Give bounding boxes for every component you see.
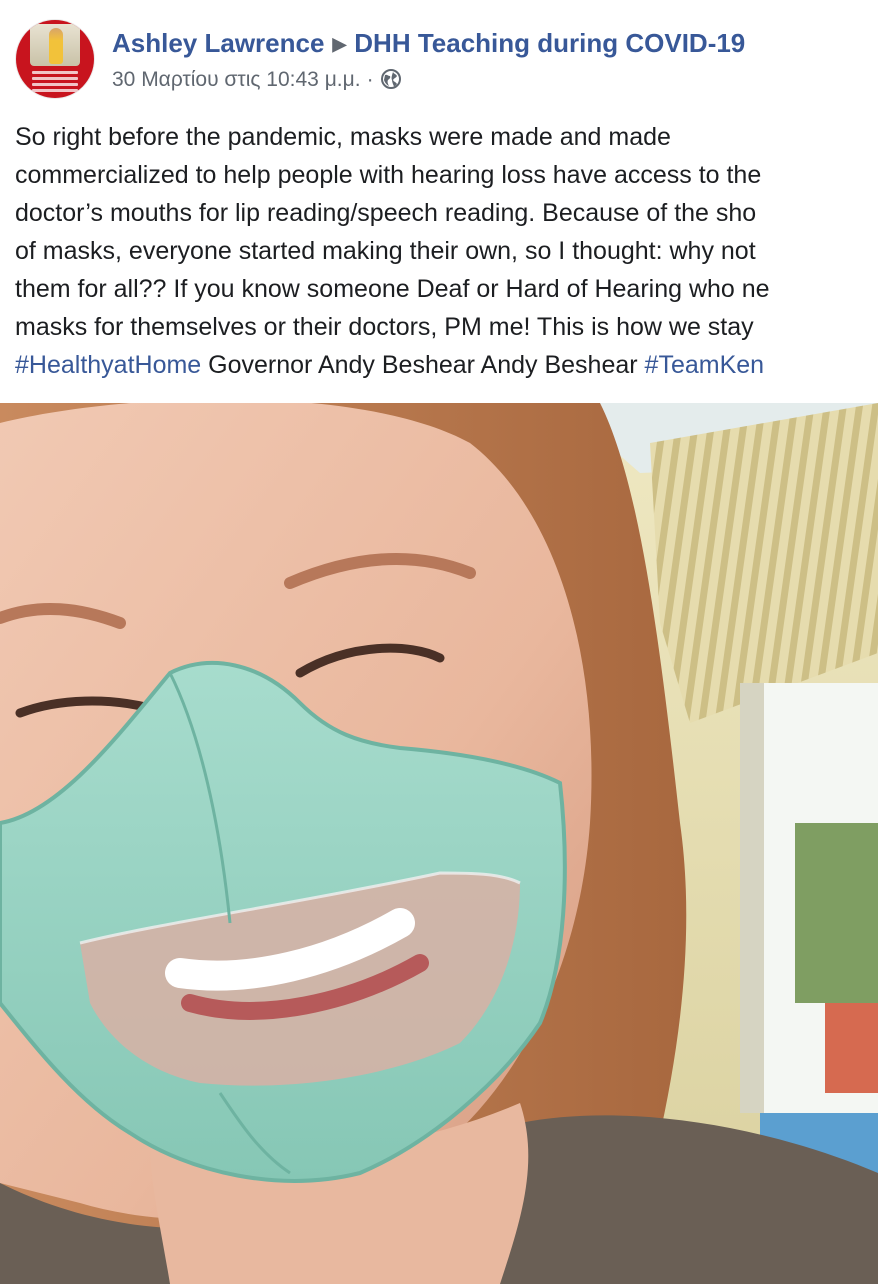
- post-text-line: them for all?? If you know someone Deaf …: [15, 275, 770, 303]
- avatar-person-icon: [49, 28, 63, 64]
- post-text-line: So right before the pandemic, masks were…: [15, 123, 671, 151]
- globe-icon[interactable]: [380, 68, 402, 90]
- post-meta: 30 Μαρτίου στις 10:43 μ.μ. ·: [112, 66, 402, 94]
- post-timestamp-link[interactable]: 30 Μαρτίου στις 10:43 μ.μ.: [112, 68, 361, 91]
- hashtag-healthyathome-link[interactable]: #HealthyatHome: [15, 351, 201, 379]
- selfie-photo[interactable]: [0, 403, 878, 1284]
- post-text-line: commercialized to help people with heari…: [15, 161, 762, 189]
- post-text: So right before the pandemic, masks were…: [15, 118, 878, 384]
- avatar-text-lines: [32, 68, 78, 95]
- arrow-right-icon: ▶: [332, 34, 347, 54]
- meta-separator-dot: ·: [366, 68, 374, 91]
- author-name-link[interactable]: Ashley Lawrence: [112, 28, 324, 58]
- photo-illustration: [0, 403, 878, 1284]
- post-text-last-line: #HealthyatHome Governor Andy Beshear And…: [15, 346, 878, 384]
- post-text-line: doctor’s mouths for lip reading/speech r…: [15, 199, 757, 227]
- hashtag-teamkentucky-link[interactable]: #TeamKen: [645, 351, 765, 379]
- post-header: Ashley Lawrence ▶ DHH Teaching during COVI…: [0, 0, 878, 110]
- mentions-text: Governor Andy Beshear Andy Beshear: [201, 351, 645, 379]
- author-avatar[interactable]: [16, 20, 94, 98]
- post-text-line: masks for themselves or their doctors, P…: [15, 313, 754, 341]
- post-text-line: of masks, everyone started making their …: [15, 237, 756, 265]
- post-title-line: Ashley Lawrence ▶ DHH Teaching during COVI…: [112, 26, 745, 60]
- group-name-link[interactable]: DHH Teaching during COVID-19: [354, 28, 745, 58]
